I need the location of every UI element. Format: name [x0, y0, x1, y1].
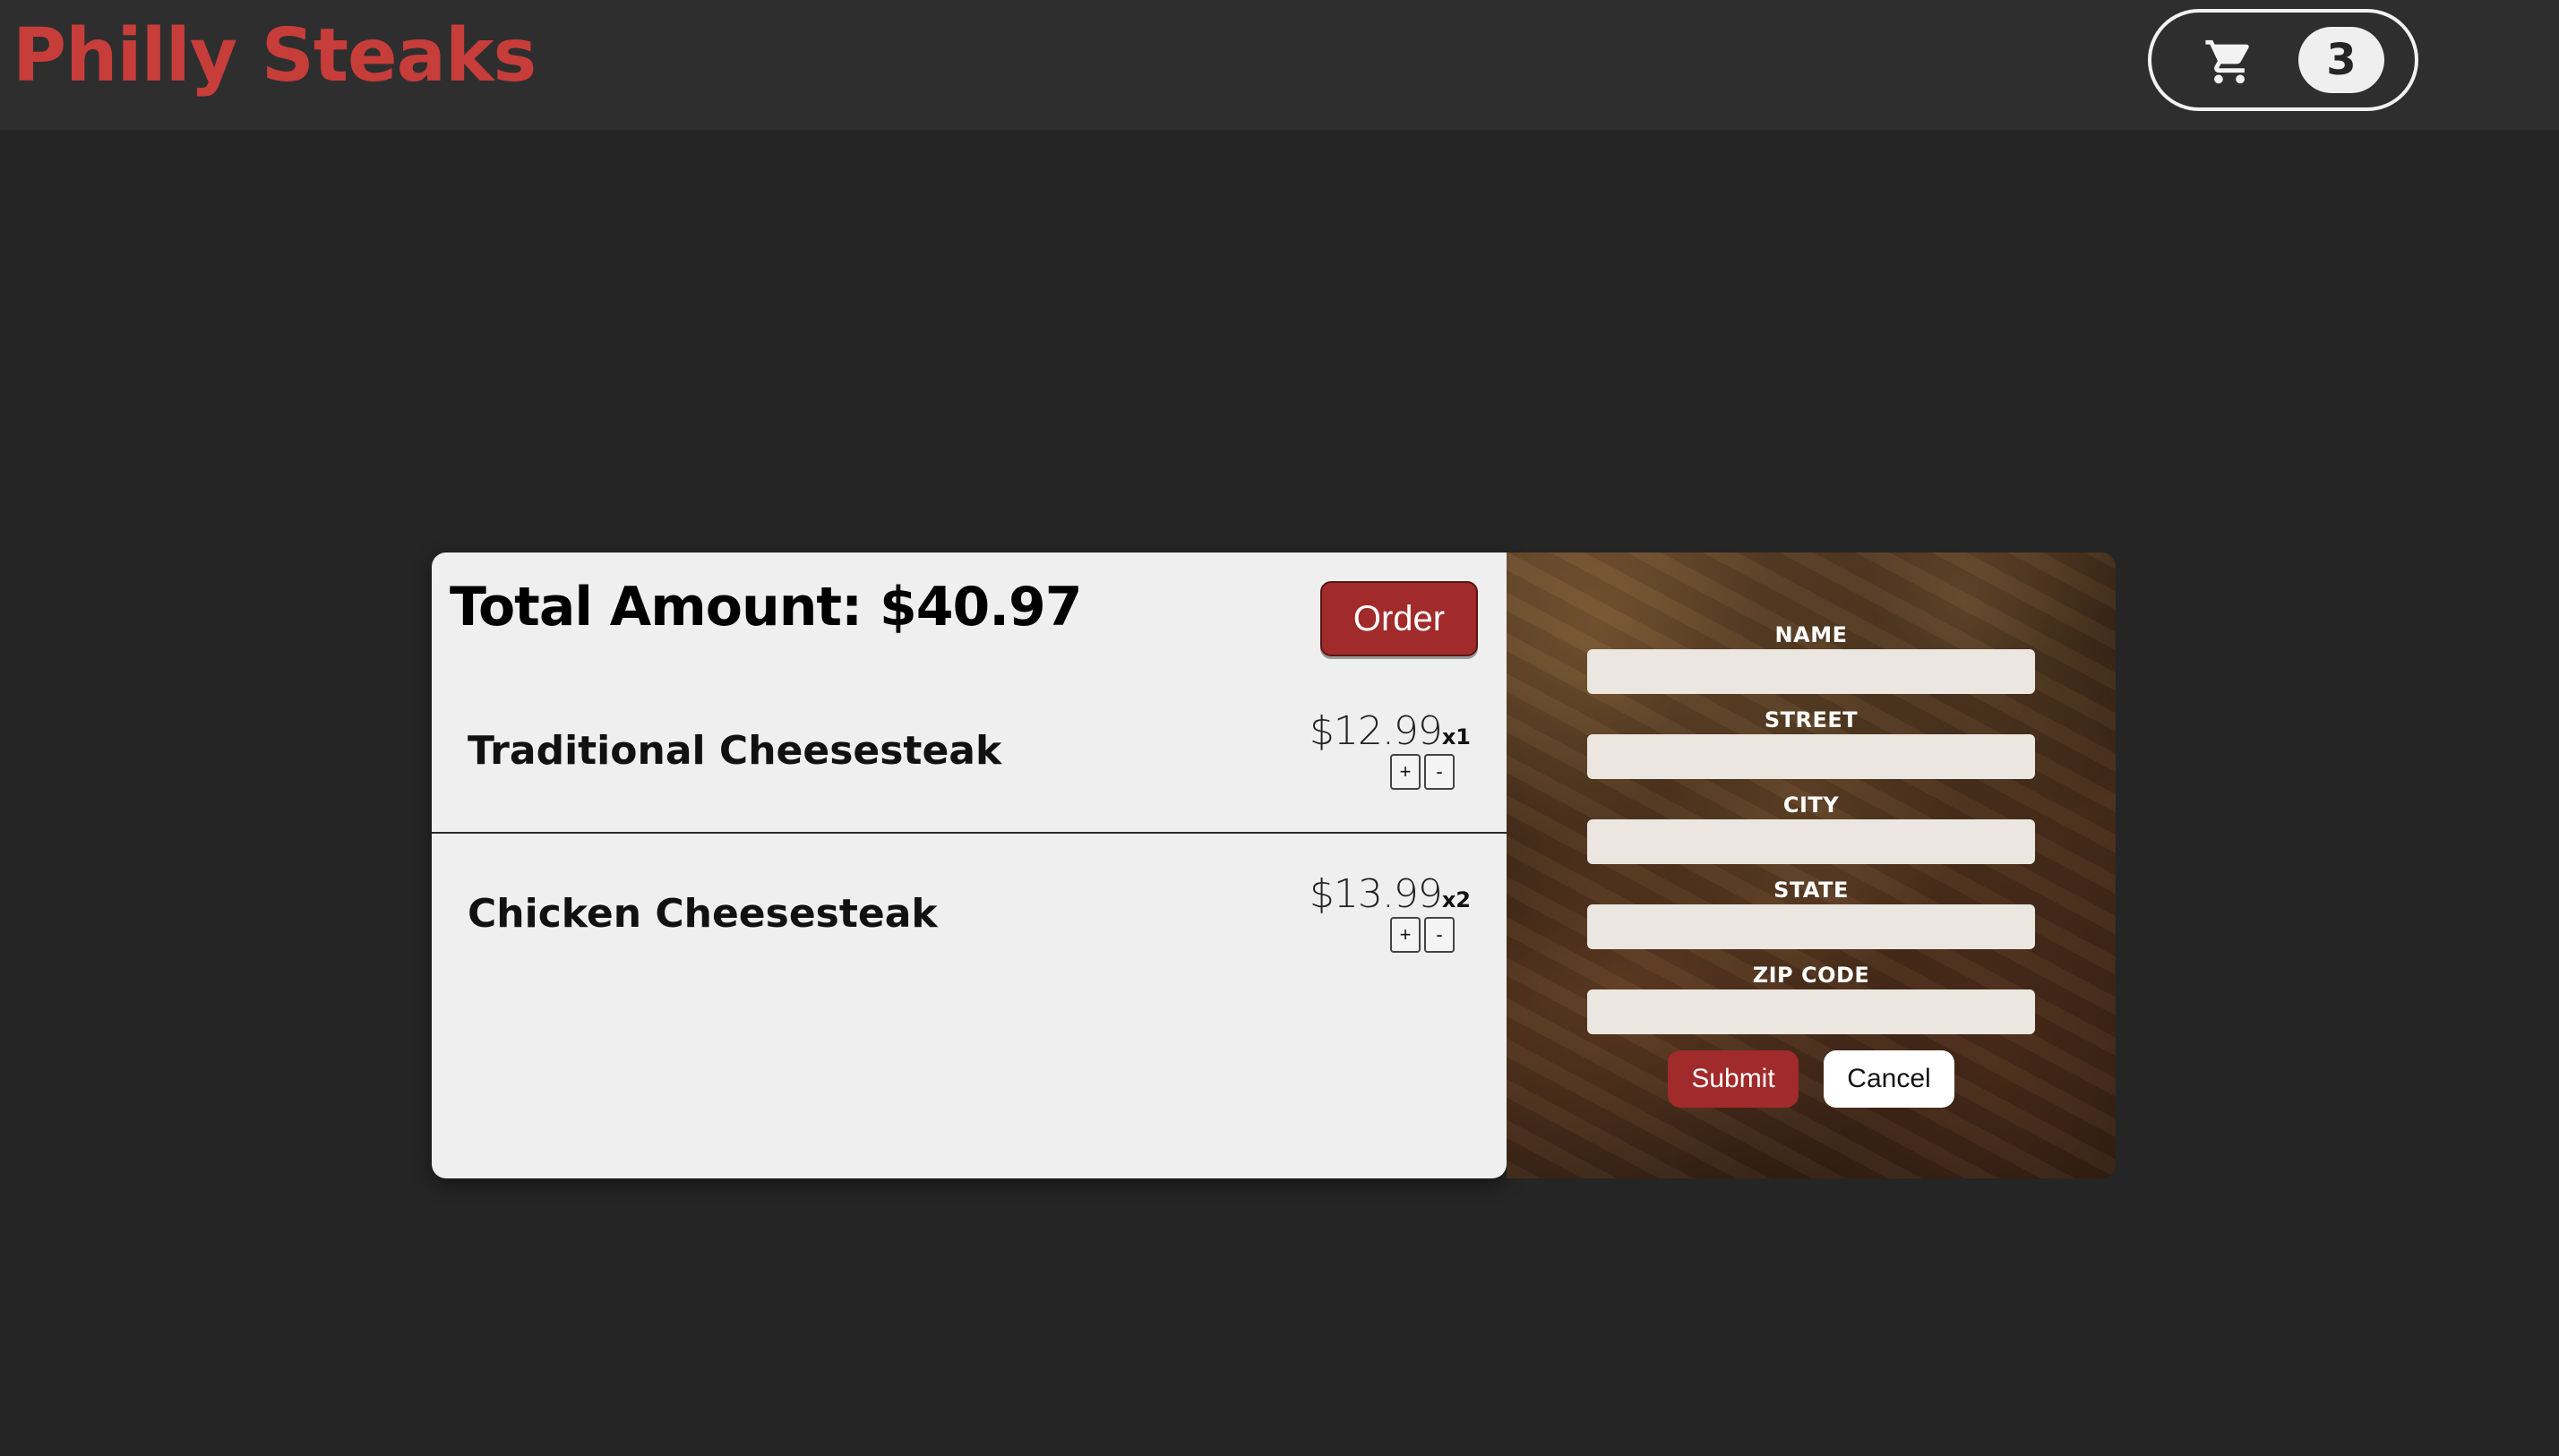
quantity-stepper: + - — [1310, 917, 1471, 953]
submit-button[interactable]: Submit — [1668, 1050, 1799, 1108]
decrement-button[interactable]: - — [1424, 754, 1455, 790]
city-label: CITY — [1782, 792, 1840, 818]
name-field[interactable] — [1587, 649, 2035, 694]
item-price: $13.99 — [1309, 871, 1443, 917]
item-name: Traditional Cheesesteak — [468, 728, 1002, 774]
brand-logo[interactable]: Philly Steaks — [13, 13, 537, 100]
street-label: STREET — [1764, 707, 1859, 732]
state-label: STATE — [1773, 878, 1849, 903]
order-button[interactable]: Order — [1320, 581, 1478, 656]
zip-code-field[interactable] — [1587, 989, 2035, 1034]
top-header: Philly Steaks 3 — [0, 0, 2559, 130]
cart-button[interactable]: 3 — [2148, 9, 2418, 111]
item-price: $12.99 — [1309, 708, 1443, 754]
city-field[interactable] — [1587, 819, 2035, 864]
cart-item: Traditional Cheesesteak $12.99x1 + - — [432, 683, 1507, 834]
increment-button[interactable]: + — [1390, 754, 1421, 790]
checkout-form: NAME STREET CITY STATE ZIP CODE Submit C… — [1507, 552, 2116, 1178]
zip-code-label: ZIP CODE — [1752, 963, 1870, 988]
item-quantity: x2 — [1441, 887, 1471, 912]
quantity-stepper: + - — [1310, 754, 1471, 790]
street-field[interactable] — [1587, 734, 2035, 779]
checkout-form-panel: NAME STREET CITY STATE ZIP CODE Submit C… — [1507, 552, 2116, 1178]
cart-count-badge: 3 — [2298, 27, 2384, 93]
increment-button[interactable]: + — [1390, 917, 1421, 953]
cart-item: Chicken Cheesesteak $13.99x2 + - — [432, 835, 1507, 997]
item-price-block: $12.99x1 + - — [1310, 708, 1471, 790]
decrement-button[interactable]: - — [1424, 917, 1455, 953]
shopping-cart-icon — [2202, 36, 2257, 88]
name-label: NAME — [1774, 622, 1848, 647]
item-price-block: $13.99x2 + - — [1310, 871, 1471, 953]
cart-summary-panel: Total Amount: $40.97 Order Traditional C… — [432, 552, 1507, 1178]
state-field[interactable] — [1587, 904, 2035, 949]
item-quantity: x1 — [1441, 724, 1471, 749]
item-name: Chicken Cheesesteak — [468, 891, 938, 937]
cancel-button[interactable]: Cancel — [1824, 1050, 1954, 1108]
total-amount: Total Amount: $40.97 — [450, 576, 1083, 638]
